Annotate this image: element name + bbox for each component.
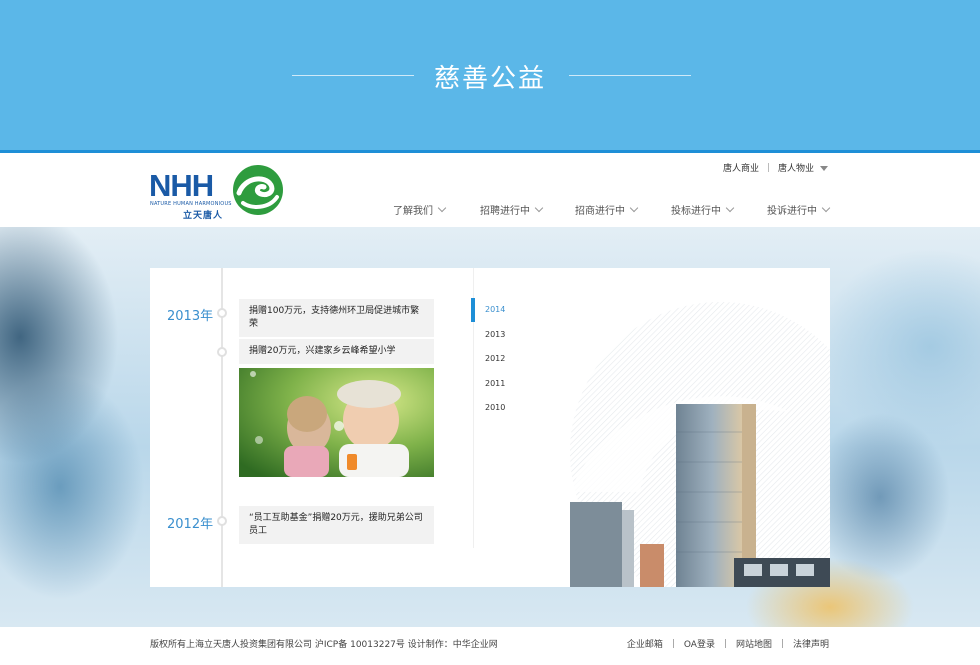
nav-item-bidding[interactable]: 投标进行中 xyxy=(671,202,735,217)
timeline-event: 捐赠20万元，兴建家乡云峰希望小学 xyxy=(239,339,434,364)
logo-cn-name: 立天唐人 xyxy=(183,211,224,221)
logo-swirl-icon xyxy=(233,165,283,215)
timeline-year-2012: 2012年 xyxy=(167,517,214,532)
toplink-wuye[interactable]: 唐人物业 xyxy=(778,161,828,174)
page-banner: 慈善公益 xyxy=(0,0,980,150)
nav-item-label: 投标进行中 xyxy=(671,206,721,217)
timeline-year-2013: 2013年 xyxy=(167,309,214,324)
timeline-dot xyxy=(217,308,227,318)
toplink-wuye-label: 唐人物业 xyxy=(777,164,814,174)
footer-separator xyxy=(724,639,726,648)
nav-item-complaint[interactable]: 投诉进行中 xyxy=(767,202,831,217)
nav-item-investment[interactable]: 招商进行中 xyxy=(575,202,639,217)
year-tab-2010[interactable]: 2010 xyxy=(471,396,505,421)
year-tab-2014[interactable]: 2014 xyxy=(471,298,505,323)
charity-photo xyxy=(239,368,434,477)
chevron-down-icon xyxy=(629,203,639,213)
footer-link-sitemap[interactable]: 网站地图 xyxy=(736,637,772,650)
site-header: NHH NATURE HUMAN HARMONIOUS 立天唐人 唐人商业 唐人… xyxy=(0,153,980,227)
year-tab-2012[interactable]: 2012 xyxy=(471,347,505,372)
year-selector: 2014 2013 2012 2011 2010 xyxy=(471,298,505,421)
nav-item-about[interactable]: 了解我们 xyxy=(393,202,447,217)
timeline-event: 捐赠100万元，支持德州环卫局促进城市繁荣 xyxy=(239,299,434,337)
nav-item-label: 招聘进行中 xyxy=(480,206,530,217)
year-tab-2013[interactable]: 2013 xyxy=(471,323,505,348)
city-buildings-illustration xyxy=(570,302,830,587)
site-footer: 版权所有上海立天唐人投资集团有限公司 沪ICP备 10013227号 设计制作：… xyxy=(0,627,980,665)
year-tab-2011[interactable]: 2011 xyxy=(471,372,505,397)
nav-item-recruit[interactable]: 招聘进行中 xyxy=(480,202,544,217)
footer-link-oa[interactable]: OA登录 xyxy=(684,637,715,650)
banner-right-rule xyxy=(569,75,691,76)
charity-panel: 2013年 捐赠100万元，支持德州环卫局促进城市繁荣 捐赠20万元，兴建家乡云… xyxy=(150,268,830,587)
footer-copyright: 版权所有上海立天唐人投资集团有限公司 沪ICP备 10013227号 设计制作：… xyxy=(150,640,498,650)
chevron-down-icon xyxy=(725,203,735,213)
chevron-down-icon xyxy=(821,203,831,213)
toplink-shangye[interactable]: 唐人商业 xyxy=(723,161,759,174)
nav-item-label: 投诉进行中 xyxy=(767,206,817,217)
footer-separator xyxy=(781,639,783,648)
toplink-separator xyxy=(767,163,769,172)
logo-tagline: NATURE HUMAN HARMONIOUS xyxy=(150,201,232,207)
caret-down-icon xyxy=(820,166,828,171)
nav-item-label: 招商进行中 xyxy=(575,206,625,217)
timeline-event: “员工互助基金”捐赠20万元，援助兄弟公司员工 xyxy=(239,506,434,544)
company-logo[interactable]: NHH NATURE HUMAN HARMONIOUS 立天唐人 xyxy=(149,163,285,221)
chevron-down-icon xyxy=(534,203,544,213)
footer-links: 企业邮箱 OA登录 网站地图 法律声明 xyxy=(627,637,829,650)
children-bubbles-image xyxy=(239,368,434,477)
footer-separator xyxy=(672,639,674,648)
footer-link-legal[interactable]: 法律声明 xyxy=(793,637,829,650)
nav-item-label: 了解我们 xyxy=(393,206,433,217)
top-links: 唐人商业 唐人物业 xyxy=(723,161,828,174)
footer-link-mail[interactable]: 企业邮箱 xyxy=(627,637,663,650)
timeline-dot xyxy=(217,347,227,357)
banner-title: 慈善公益 xyxy=(433,64,546,94)
logo-brand: NHH xyxy=(149,168,214,203)
timeline-dot xyxy=(217,516,227,526)
chevron-down-icon xyxy=(437,203,447,213)
